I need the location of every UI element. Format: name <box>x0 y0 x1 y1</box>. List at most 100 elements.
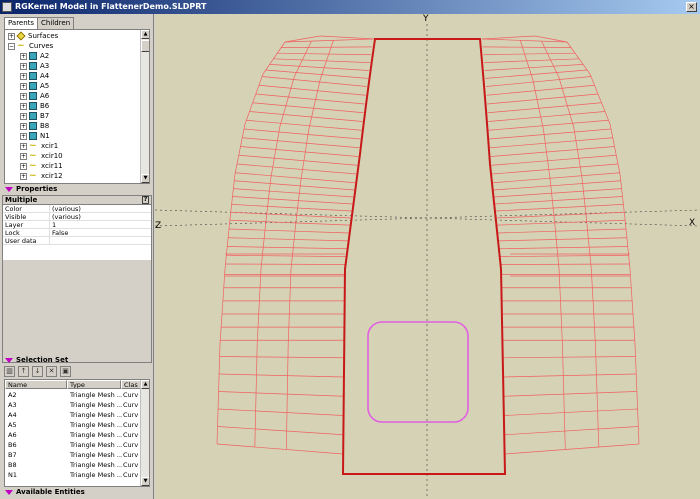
selection-scrollbar[interactable]: ▲ ▼ <box>140 380 149 486</box>
available-entities-header[interactable]: Available Entities <box>2 488 152 497</box>
left-panel: Parents Children + Surfaces − ~ Curves + A2 … <box>0 14 154 499</box>
tree-item-curves[interactable]: − ~ Curves <box>8 41 53 51</box>
tree-item[interactable]: + B8 <box>20 121 49 131</box>
tree-item[interactable]: + ~ xcir1 <box>20 141 58 151</box>
expand-icon[interactable]: + <box>20 122 27 130</box>
tree-item[interactable]: + B7 <box>20 111 49 121</box>
expand-icon[interactable]: + <box>20 52 27 60</box>
selection-row[interactable]: B7 Triangle Mesh ... Curv <box>5 450 141 460</box>
columns-icon[interactable]: ▥ <box>4 366 15 377</box>
collapse-icon[interactable]: − <box>8 42 15 50</box>
tree-item-label: A2 <box>40 52 50 60</box>
properties-header[interactable]: Properties <box>2 185 152 194</box>
selection-row[interactable]: N1 Triangle Mesh ... Curv <box>5 470 141 480</box>
tree-item-label: B7 <box>40 112 50 120</box>
expand-icon[interactable]: + <box>20 112 27 120</box>
tree-item-label: Curves <box>29 42 54 50</box>
expand-icon[interactable]: + <box>20 102 27 110</box>
expand-icon[interactable]: + <box>20 62 27 70</box>
column-header-name[interactable]: Name <box>5 380 67 389</box>
expand-icon[interactable]: + <box>20 82 27 90</box>
expand-icon[interactable]: + <box>20 132 27 140</box>
selection-row[interactable]: A2 Triangle Mesh ... Curv <box>5 390 141 400</box>
tree-scrollbar[interactable]: ▲ ▼ <box>140 30 149 183</box>
property-row[interactable]: Lock False <box>3 229 151 237</box>
property-row[interactable]: Visible (various) <box>3 213 151 221</box>
selection-toolbar: ▥ ↑ ↓ ✕ ▣ <box>4 366 150 378</box>
tree-item-label: A5 <box>40 82 50 90</box>
mesh-wireframe <box>216 35 640 455</box>
collapse-triangle-icon <box>5 357 13 363</box>
tree-item[interactable]: + A5 <box>20 81 49 91</box>
mesh-icon <box>29 112 37 120</box>
clear-icon[interactable]: ▣ <box>60 366 71 377</box>
tree-item-label: xcir12 <box>41 172 63 180</box>
title-bar: RGKernel Model in FlattenerDemo.SLDPRT × <box>0 0 700 14</box>
selection-row[interactable]: A3 Triangle Mesh ... Curv <box>5 400 141 410</box>
scroll-down-icon[interactable]: ▼ <box>141 174 149 183</box>
close-button[interactable]: × <box>686 2 697 12</box>
tree-item-label: N1 <box>40 132 50 140</box>
tree-item-surfaces[interactable]: + Surfaces <box>8 31 58 41</box>
scroll-up-icon[interactable]: ▲ <box>141 30 149 39</box>
selection-list[interactable]: Name Type Clas A2 Triangle Mesh ... Curv A… <box>4 379 150 487</box>
highlighted-cutout[interactable] <box>367 321 469 423</box>
expand-icon[interactable]: + <box>20 162 27 170</box>
expand-icon[interactable]: + <box>20 172 27 180</box>
move-up-icon[interactable]: ↑ <box>18 366 29 377</box>
tree-item-label: xcir11 <box>41 162 63 170</box>
tree-item-label: xcir10 <box>41 152 63 160</box>
tree-item-label: B6 <box>40 102 50 110</box>
selection-row[interactable]: B8 Triangle Mesh ... Curv <box>5 460 141 470</box>
expand-icon[interactable]: + <box>20 72 27 80</box>
tree-item[interactable]: + A3 <box>20 61 49 71</box>
tree-item-label: B8 <box>40 122 50 130</box>
property-row[interactable]: User data <box>3 237 151 245</box>
mesh-icon <box>29 92 37 100</box>
tab-children[interactable]: Children <box>37 17 75 29</box>
selection-row[interactable]: B6 Triangle Mesh ... Curv <box>5 440 141 450</box>
help-icon[interactable]: ? <box>142 196 149 204</box>
tree-item[interactable]: + ~ xcir12 <box>20 171 63 181</box>
scroll-down-icon[interactable]: ▼ <box>141 477 149 486</box>
curve-icon: ~ <box>29 151 37 161</box>
model-canvas[interactable] <box>155 14 700 499</box>
selection-row[interactable]: A4 Triangle Mesh ... Curv <box>5 410 141 420</box>
selection-set-header[interactable]: Selection Set <box>2 356 152 365</box>
tree-item[interactable]: + A2 <box>20 51 49 61</box>
scroll-thumb[interactable] <box>141 40 149 52</box>
entity-tree[interactable]: + Surfaces − ~ Curves + A2 + A3 + A4 + A5 + A6 +… <box>4 29 150 184</box>
mesh-icon <box>29 52 37 60</box>
expand-icon[interactable]: + <box>20 142 27 150</box>
mesh-icon <box>29 122 37 130</box>
property-row[interactable]: Color (various) <box>3 205 151 213</box>
mesh-icon <box>29 102 37 110</box>
tree-item[interactable]: + A6 <box>20 91 49 101</box>
tree-item[interactable]: + N1 <box>20 131 50 141</box>
tree-item[interactable]: + A4 <box>20 71 49 81</box>
move-down-icon[interactable]: ↓ <box>32 366 43 377</box>
selection-row[interactable]: A5 Triangle Mesh ... Curv <box>5 420 141 430</box>
remove-icon[interactable]: ✕ <box>46 366 57 377</box>
curve-icon: ~ <box>29 141 37 151</box>
mesh-icon <box>29 82 37 90</box>
property-row[interactable]: Layer 1 <box>3 221 151 229</box>
expand-icon[interactable]: + <box>20 152 27 160</box>
tree-item[interactable]: + ~ xcir11 <box>20 161 63 171</box>
properties-empty-area <box>3 260 151 362</box>
z-axis-label: Z <box>155 221 162 231</box>
viewport-3d[interactable]: Y X Z <box>155 14 700 499</box>
mesh-icon <box>29 62 37 70</box>
expand-icon[interactable]: + <box>20 92 27 100</box>
tree-item[interactable]: + B6 <box>20 101 49 111</box>
window-title: RGKernel Model in FlattenerDemo.SLDPRT <box>15 2 207 11</box>
tree-item[interactable]: + ~ xcir10 <box>20 151 63 161</box>
tree-item-label: Surfaces <box>28 32 59 40</box>
expand-icon[interactable]: + <box>8 32 15 40</box>
curve-icon: ~ <box>29 161 37 171</box>
selection-row[interactable]: A6 Triangle Mesh ... Curv <box>5 430 141 440</box>
surface-icon <box>16 31 26 41</box>
scroll-up-icon[interactable]: ▲ <box>141 380 149 389</box>
column-header-class[interactable]: Clas <box>121 380 141 389</box>
column-header-type[interactable]: Type <box>67 380 121 389</box>
